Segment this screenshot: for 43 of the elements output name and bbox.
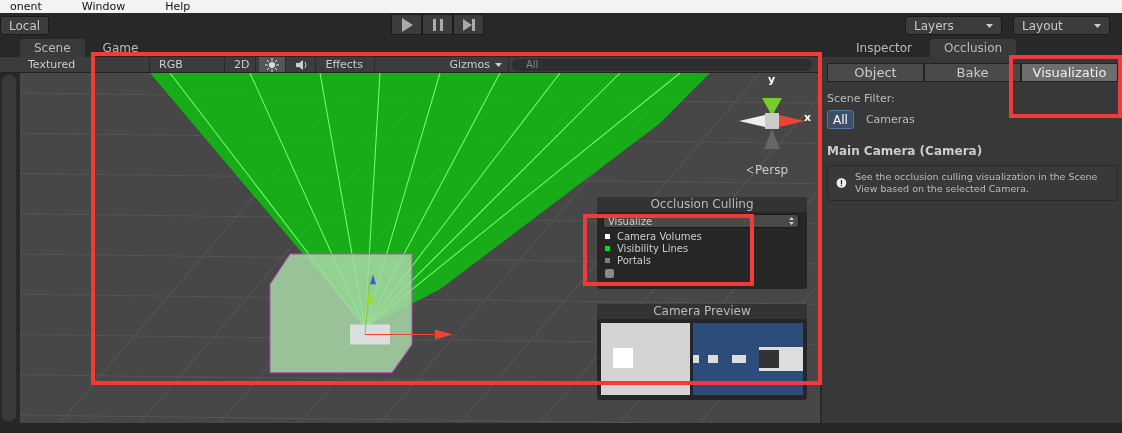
mode-tab[interactable]: Object bbox=[827, 63, 924, 82]
object-title: Main Camera (Camera) bbox=[827, 144, 984, 158]
effects-dropdown[interactable]: Effects bbox=[319, 57, 376, 72]
panel-title: Occlusion Culling bbox=[597, 197, 807, 212]
gizmos-dropdown[interactable]: Gizmos bbox=[443, 57, 509, 72]
legend-label: Camera Volumes bbox=[617, 230, 702, 242]
stepper-icon bbox=[789, 217, 794, 225]
2d-toggle[interactable]: 2D bbox=[228, 57, 257, 72]
pause-button[interactable] bbox=[422, 14, 453, 35]
caret-icon bbox=[495, 62, 502, 67]
menu-item[interactable]: Help bbox=[165, 1, 191, 12]
scene-tab[interactable]: Scene bbox=[20, 39, 85, 57]
step-icon bbox=[460, 16, 477, 33]
filter-button[interactable]: All bbox=[827, 110, 854, 129]
axis-label: x bbox=[804, 111, 812, 124]
scene-tab[interactable]: Game bbox=[88, 39, 153, 57]
render-mode-dropdown[interactable]: Textured bbox=[22, 57, 150, 72]
menu-item[interactable]: onent bbox=[10, 1, 42, 12]
inspector-tab[interactable]: Occlusion bbox=[930, 39, 1017, 57]
lighting-toggle[interactable] bbox=[259, 57, 287, 72]
step-button[interactable] bbox=[453, 14, 484, 35]
axis-label: y bbox=[768, 73, 776, 86]
mode-tab[interactable]: Bake bbox=[924, 63, 1021, 82]
search-field[interactable]: All bbox=[512, 58, 812, 71]
color-mode-dropdown[interactable]: RGB bbox=[153, 57, 225, 72]
panel-title: Camera Preview bbox=[597, 304, 807, 319]
layers-dropdown[interactable]: Layers bbox=[905, 16, 1002, 35]
caret-icon bbox=[1094, 23, 1101, 28]
help-text: See the occlusion culling visualization in the Scene View based on the selected Camera. bbox=[854, 171, 1099, 195]
play-button[interactable] bbox=[391, 14, 422, 35]
scene-filter-label: Scene Filter: bbox=[827, 92, 896, 105]
menu-item[interactable]: Window bbox=[81, 1, 126, 12]
layout-dropdown[interactable]: Layout bbox=[1013, 16, 1110, 35]
filter-button[interactable]: Cameras bbox=[859, 110, 921, 129]
caret-icon bbox=[986, 23, 993, 28]
occlusion-checkbox[interactable] bbox=[605, 269, 614, 278]
pivot-button[interactable]: Local bbox=[0, 16, 50, 35]
projection-label[interactable]: Persp bbox=[755, 163, 788, 177]
legend-label: Portals bbox=[617, 254, 651, 266]
legend-label: Visibility Lines bbox=[617, 242, 689, 254]
chevron-icon bbox=[746, 166, 754, 174]
inspector-tab[interactable]: Inspector bbox=[842, 39, 926, 57]
mode-tab[interactable]: Visualizatio bbox=[1021, 63, 1118, 82]
